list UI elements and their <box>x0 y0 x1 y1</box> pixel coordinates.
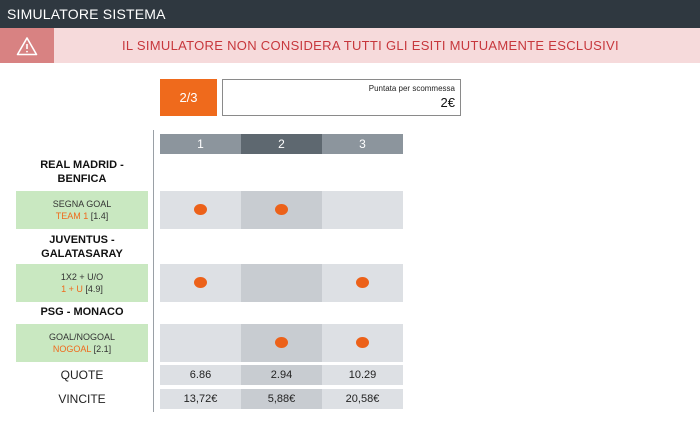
match-title: REAL MADRID - BENFICA <box>16 158 148 186</box>
column-header-2: 2 <box>241 134 322 154</box>
bet-type: SEGNA GOAL <box>52 199 112 209</box>
quote-label: QUOTE <box>60 368 104 382</box>
quote-value: 6.86 <box>160 365 241 385</box>
grid-cell[interactable] <box>160 191 241 229</box>
selection-dot-icon <box>194 204 207 215</box>
match-title-line2: GALATASARAY <box>41 248 123 260</box>
bet-pick: NOGOAL <box>52 344 92 354</box>
bet-odds: [2.1] <box>93 344 112 354</box>
match-title: JUVENTUS - GALATASARAY <box>16 233 148 261</box>
bet-pick: TEAM 1 <box>55 211 89 221</box>
match-title: PSG - MONACO <box>16 305 148 319</box>
selection-dot-icon <box>356 337 369 348</box>
bet-type: 1X2 + U/O <box>60 272 104 282</box>
combination-count-button[interactable]: 2/3 <box>160 79 217 116</box>
window-title: SIMULATORE SISTEMA <box>0 0 700 28</box>
match-title-line1: REAL MADRID - <box>40 159 124 171</box>
bet-selection[interactable]: SEGNA GOAL TEAM 1 [1.4] <box>16 191 148 229</box>
stake-value: 2€ <box>440 95 455 110</box>
bet-odds: [4.9] <box>85 284 103 294</box>
warning-banner: IL SIMULATORE NON CONSIDERA TUTTI GLI ES… <box>0 28 700 63</box>
match-title-line1: JUVENTUS - <box>49 234 115 246</box>
grid-cell[interactable] <box>322 264 403 302</box>
vincite-value: 13,72€ <box>160 389 241 409</box>
selection-dot-icon <box>275 337 288 348</box>
selection-dot-icon <box>194 277 207 288</box>
grid-cell[interactable] <box>160 264 241 302</box>
bet-pick: 1 + U <box>61 284 83 294</box>
column-header-3: 3 <box>322 134 403 154</box>
warning-text: IL SIMULATORE NON CONSIDERA TUTTI GLI ES… <box>122 38 619 53</box>
vincite-label: VINCITE <box>58 392 106 406</box>
quote-value: 2.94 <box>241 365 322 385</box>
grid-cell[interactable] <box>322 191 403 229</box>
quote-value: 10.29 <box>322 365 403 385</box>
grid-cell[interactable] <box>241 324 322 362</box>
vincite-value: 20,58€ <box>322 389 403 409</box>
grid-cell[interactable] <box>322 324 403 362</box>
grid-cell[interactable] <box>241 191 322 229</box>
bet-type: GOAL/NOGOAL <box>48 332 116 342</box>
bet-selection[interactable]: GOAL/NOGOAL NOGOAL [2.1] <box>16 324 148 362</box>
grid-divider <box>153 130 154 412</box>
match-title-line2: BENFICA <box>57 173 107 185</box>
bet-selection[interactable]: 1X2 + U/O 1 + U [4.9] <box>16 264 148 302</box>
column-header-1: 1 <box>160 134 241 154</box>
vincite-value: 5,88€ <box>241 389 322 409</box>
match-title-line1: PSG - MONACO <box>40 306 124 318</box>
warning-icon-box <box>0 28 54 63</box>
stake-label: Puntata per scommessa <box>368 84 455 93</box>
grid-cell[interactable] <box>241 264 322 302</box>
warning-triangle-icon <box>16 36 38 55</box>
selection-dot-icon <box>356 277 369 288</box>
bet-odds: [1.4] <box>90 211 109 221</box>
grid-cell[interactable] <box>160 324 241 362</box>
selection-dot-icon <box>275 204 288 215</box>
stake-input[interactable]: Puntata per scommessa 2€ <box>222 79 461 116</box>
